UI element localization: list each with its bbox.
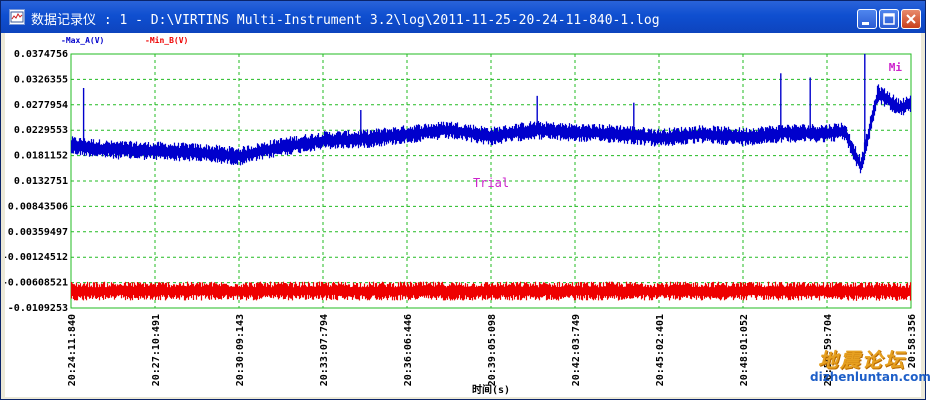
y-tick-label: 0.00843506 (8, 201, 68, 212)
corner-label: Mi (889, 61, 903, 74)
watermark-title: 地震论坛 (818, 348, 906, 372)
y-tick-label: -0.0109253 (8, 303, 68, 314)
y-tick-label: 0.0132751 (14, 176, 68, 187)
x-tick-label: 20:39:05:098 (487, 314, 498, 386)
x-tick-label: 20:30:09:143 (235, 314, 246, 386)
close-button[interactable] (901, 9, 921, 29)
legend-entry: -Max_A(V) (61, 36, 104, 45)
watermark: 地震论坛 dizhenluntan.com (810, 344, 931, 406)
y-tick-label: 0.0374756 (14, 49, 68, 60)
y-tick-label: -0.00124512 (5, 252, 68, 263)
x-tick-label: 20:48:01:052 (739, 314, 750, 386)
legend-entry: -Min_B(V) (145, 35, 188, 45)
x-tick-label: 20:27:10:491 (151, 314, 162, 386)
minimize-button[interactable] (857, 9, 877, 29)
y-tick-label: 0.0326355 (14, 74, 68, 85)
chart-area: -Max_A(V) -Min_B(V) 0.0374756 0.0326355 0.0… (2, 33, 921, 397)
title-bar[interactable]: 数据记录仪 : 1 - D:\VIRTINS Multi-Instrument … (1, 1, 925, 33)
window-title: 数据记录仪 : 1 - D:\VIRTINS Multi-Instrument … (31, 13, 660, 28)
x-tick-label: 20:42:03:749 (571, 314, 582, 386)
trial-label: Trial (473, 176, 509, 190)
x-tick-label: 20:33:07:794 (319, 314, 330, 386)
maximize-button[interactable] (879, 9, 899, 29)
x-tick-label: 20:36:06:446 (403, 314, 414, 386)
y-tick-label: 0.0277954 (14, 100, 68, 111)
maximize-icon (883, 13, 895, 25)
y-tick-label: 0.00359497 (8, 227, 68, 238)
y-tick-label: 0.0229553 (14, 125, 68, 136)
app-icon[interactable] (9, 9, 25, 25)
data-logger-window: 数据记录仪 : 1 - D:\VIRTINS Multi-Instrument … (0, 0, 926, 400)
logger-chart[interactable]: -Max_A(V) -Min_B(V) 0.0374756 0.0326355 0.0… (2, 33, 921, 397)
x-tick-label: 20:45:02:401 (655, 314, 666, 386)
y-tick-label: 0.0181152 (14, 151, 68, 162)
x-axis-label: 时间(s) (472, 383, 510, 396)
close-icon (906, 14, 916, 24)
watermark-url: dizhenluntan.com (810, 370, 931, 384)
minimize-icon (862, 22, 869, 25)
y-tick-label: -0.00608521 (5, 278, 68, 289)
x-tick-label: 20:24:11:840 (67, 314, 78, 386)
